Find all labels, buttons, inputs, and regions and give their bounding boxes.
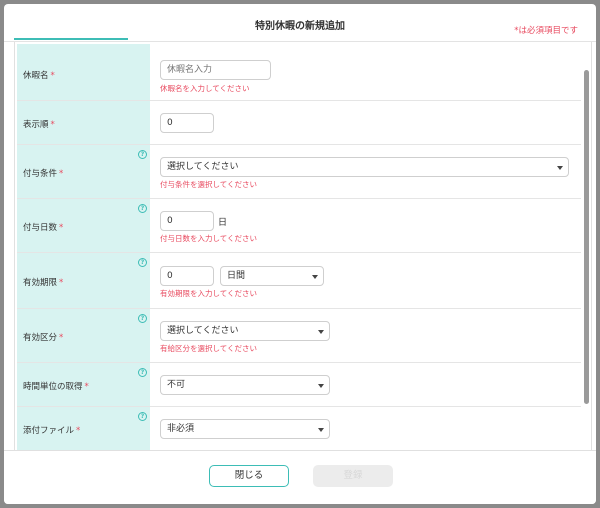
help-circle-icon[interactable]: ? — [138, 368, 147, 377]
label-grant-days: 付与日数 — [23, 223, 58, 233]
required-mark: * — [50, 71, 55, 81]
form-table: 休暇名* 休暇名を入力してください 表示順* 0 ? 付与条件* 選択して — [17, 44, 581, 450]
row-label: ? 時間単位の取得 * — [17, 363, 150, 406]
validity-period-unit-select[interactable]: 日間 — [220, 266, 324, 286]
row-grant-days: ? 付与日数 * 0 日 付与日数を入力してください — [17, 199, 581, 253]
required-mark: * — [59, 333, 64, 343]
field-label: 時間単位の取得 * — [23, 380, 89, 392]
row-label: 表示順 * — [17, 101, 150, 144]
row-display-order: 表示順 * 0 — [17, 101, 581, 145]
help-circle-icon[interactable]: ? — [138, 258, 147, 267]
row-label: ? 有効区分 * — [17, 309, 150, 362]
modal-footer: 閉じる 登録 — [4, 450, 596, 504]
row-leave-name: 休暇名* 休暇名を入力してください — [17, 44, 581, 101]
grant-days-error: 付与日数を入力してください — [160, 234, 258, 243]
grant-condition-error: 付与条件を選択してください — [160, 180, 258, 189]
form-scroll-area[interactable]: 休暇名* 休暇名を入力してください 表示順* 0 ? 付与条件* 選択して — [14, 42, 592, 450]
row-attachment: ? 添付ファイル * 非必須 — [17, 407, 581, 450]
close-button[interactable]: 閉じる — [209, 465, 289, 487]
row-label: ? 有効期限 * — [17, 253, 150, 308]
validity-period-unit-value: 日間 — [227, 271, 246, 281]
chevron-down-icon — [318, 428, 324, 432]
field-label: 有効区分 * — [23, 331, 63, 343]
field-label: 休暇名 * — [23, 69, 55, 81]
required-mark: * — [59, 223, 64, 233]
help-circle-icon[interactable]: ? — [138, 412, 147, 421]
label-hourly-acquisition: 時間単位の取得 — [23, 382, 83, 392]
field-label: 付与日数 * — [23, 221, 63, 233]
hourly-acquisition-value: 不可 — [167, 380, 186, 390]
chevron-down-icon — [318, 330, 324, 334]
row-label: 休暇名 * — [17, 44, 150, 100]
label-validity-period: 有効期限 — [23, 278, 58, 288]
chevron-down-icon — [557, 166, 563, 170]
grant-condition-value: 選択してください — [167, 162, 239, 172]
help-circle-icon[interactable]: ? — [138, 204, 147, 213]
label-validity-type: 有効区分 — [23, 333, 58, 343]
chevron-down-icon — [312, 275, 318, 279]
row-grant-condition: ? 付与条件 * 選択してください 付与条件を選択してください — [17, 145, 581, 199]
row-validity-type: ? 有効区分 * 選択してください 有給区分を選択してください — [17, 309, 581, 363]
row-hourly-acquisition: ? 時間単位の取得 * 不可 — [17, 363, 581, 407]
validity-type-error: 有給区分を選択してください — [160, 344, 258, 353]
attachment-value: 非必須 — [167, 424, 195, 434]
validity-type-select[interactable]: 選択してください — [160, 321, 330, 341]
label-attachment: 添付ファイル — [23, 426, 75, 436]
help-circle-icon[interactable]: ? — [138, 314, 147, 323]
row-label: ? 添付ファイル * — [17, 407, 150, 450]
grant-days-input[interactable]: 0 — [160, 211, 214, 231]
label-display-order: 表示順 — [23, 120, 49, 130]
leave-name-input[interactable] — [160, 60, 271, 80]
chevron-down-icon — [318, 384, 324, 388]
grant-condition-select[interactable]: 選択してください — [160, 157, 569, 177]
validity-type-value: 選択してください — [167, 326, 239, 336]
modal-header: 特別休暇の新規追加 *は必須項目です — [4, 4, 596, 42]
required-note: *は必須項目です — [514, 26, 578, 36]
row-validity-period: ? 有効期限 * 0 日間 有効期限を入力してください — [17, 253, 581, 309]
required-mark: * — [50, 120, 55, 130]
label-grant-condition: 付与条件 — [23, 169, 58, 179]
modal-dialog: 特別休暇の新規追加 *は必須項目です 休暇名* 休暇名を入力してください 表示順… — [4, 4, 596, 504]
leave-name-error: 休暇名を入力してください — [160, 84, 250, 93]
row-label: ? 付与条件 * — [17, 145, 150, 198]
required-mark: * — [59, 169, 64, 179]
required-mark: * — [76, 426, 81, 436]
field-label: 有効期限 * — [23, 276, 63, 288]
field-label: 添付ファイル * — [23, 424, 80, 436]
validity-period-input[interactable]: 0 — [160, 266, 214, 286]
field-label: 表示順 * — [23, 118, 55, 130]
field-label: 付与条件 * — [23, 167, 63, 179]
required-mark: * — [84, 382, 89, 392]
row-label: ? 付与日数 * — [17, 199, 150, 252]
attachment-select[interactable]: 非必須 — [160, 419, 330, 439]
register-button[interactable]: 登録 — [313, 465, 393, 487]
display-order-input[interactable]: 0 — [160, 113, 214, 133]
label-leave-name: 休暇名 — [23, 71, 49, 81]
grant-days-unit: 日 — [218, 218, 228, 228]
required-mark: * — [59, 278, 64, 288]
modal-title: 特別休暇の新規追加 — [255, 21, 345, 32]
hourly-acquisition-select[interactable]: 不可 — [160, 375, 330, 395]
scrollbar[interactable] — [584, 70, 589, 404]
header-tab-indicator — [14, 38, 128, 40]
help-circle-icon[interactable]: ? — [138, 150, 147, 159]
validity-period-error: 有効期限を入力してください — [160, 289, 258, 298]
